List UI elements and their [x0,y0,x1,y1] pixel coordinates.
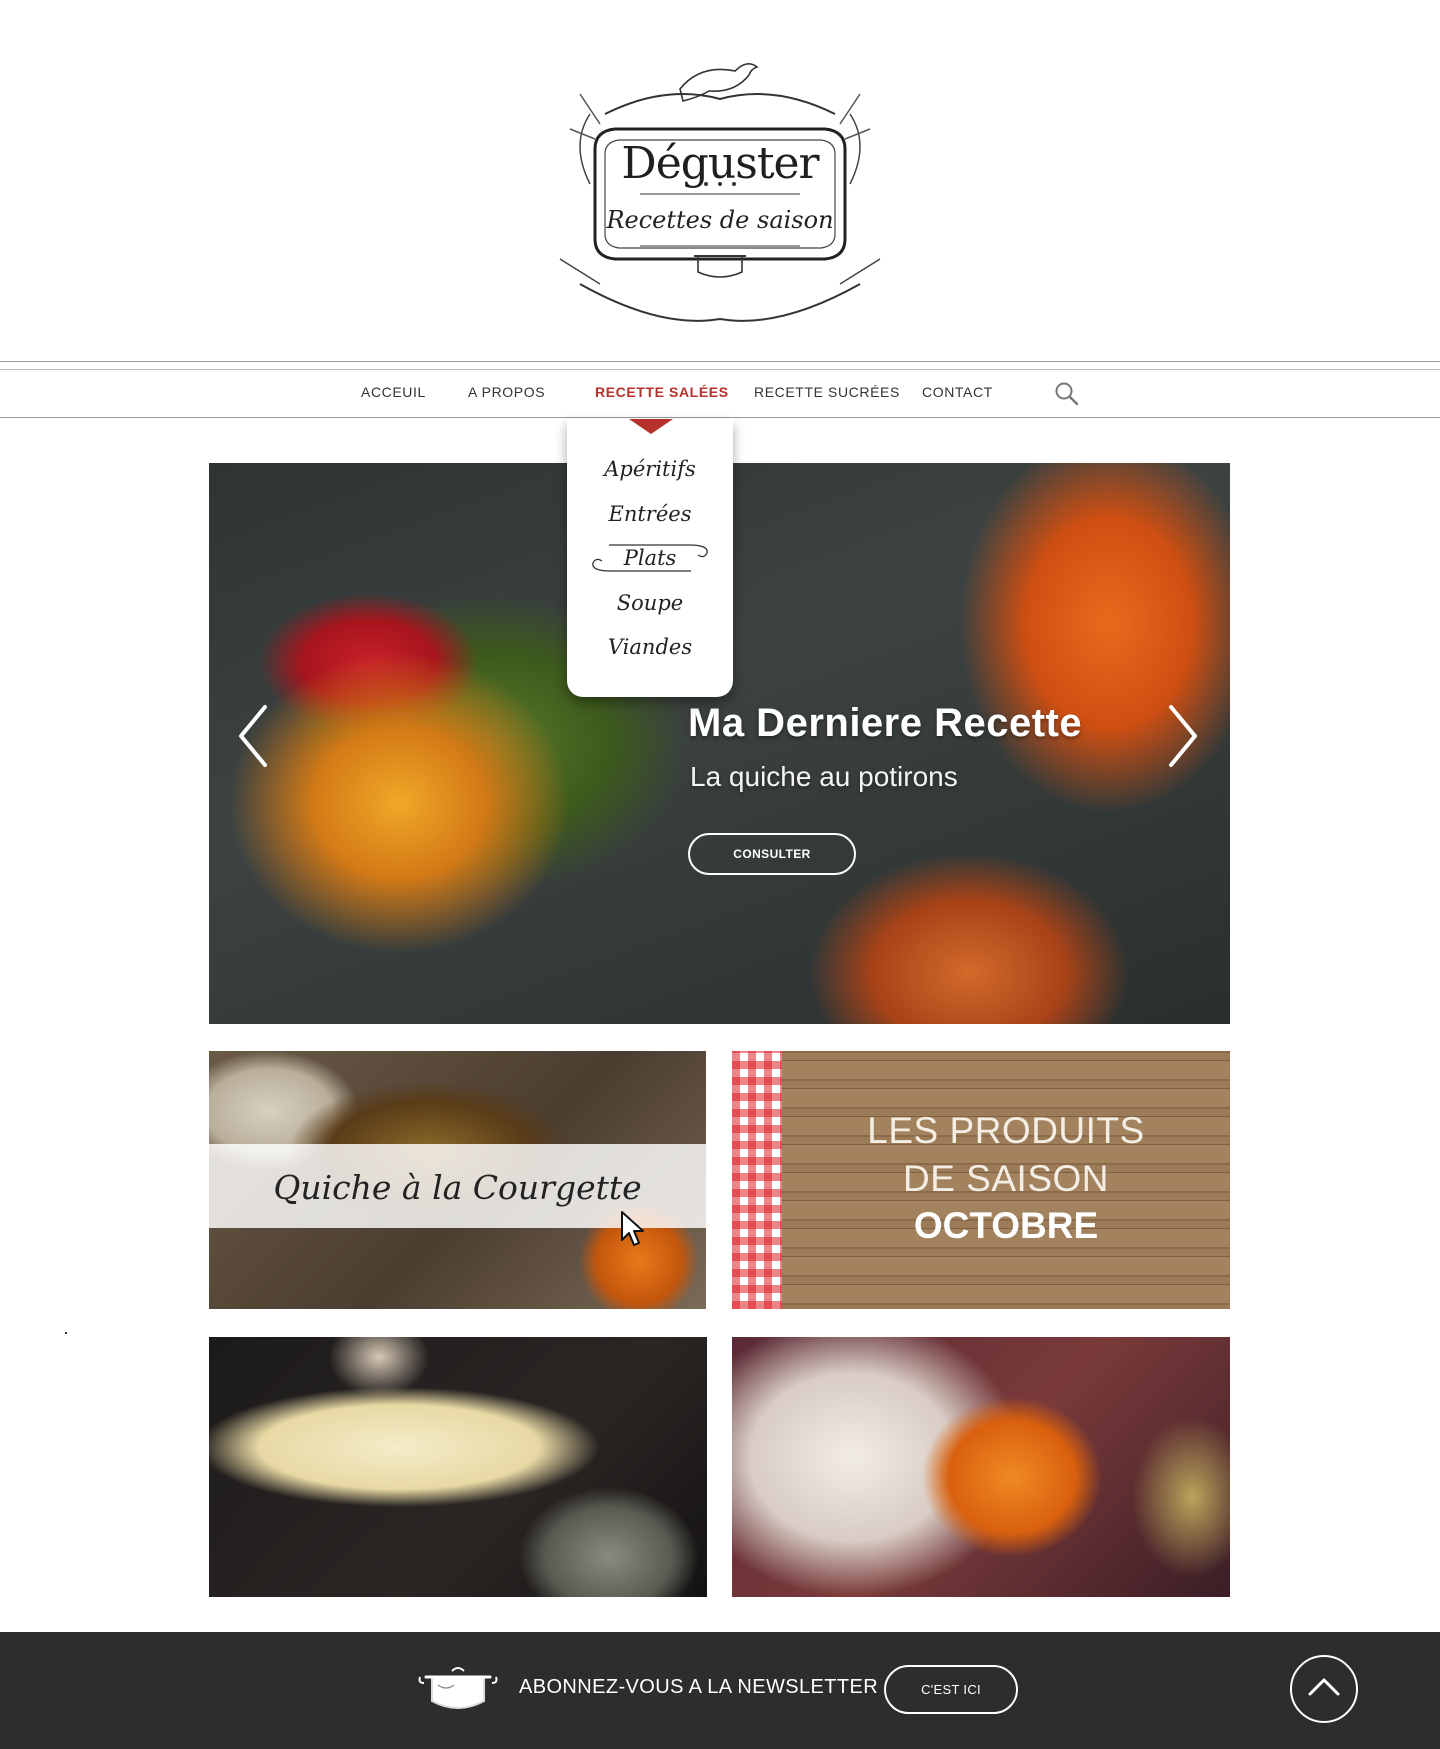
gingham-pattern [732,1051,782,1309]
nav-divider-top-secondary [0,369,1440,370]
produits-text: LES PRODUITS DE SAISON OCTOBRE [782,1107,1230,1249]
nav-item-acceuil[interactable]: ACCEUIL [361,384,426,400]
chevron-up-icon [1308,1678,1340,1696]
produits-line-1: LES PRODUITS [867,1110,1145,1151]
recipe-tile-pumpkin[interactable] [732,1337,1230,1597]
tile-label-quiche: Quiche à la Courgette [273,1168,642,1207]
nav-item-a-propos[interactable]: A PROPOS [468,384,545,400]
back-to-top-button[interactable] [1290,1655,1358,1723]
produits-line-2: DE SAISON [903,1158,1109,1199]
newsletter-text: ABONNEZ-VOUS A LA NEWSLETTER [519,1676,879,1698]
recipe-tile-cheese[interactable] [209,1337,707,1597]
stray-dot [65,1332,67,1334]
site-logo[interactable]: Déguster Recettes de saison [520,34,920,344]
chevron-right-icon[interactable] [1165,703,1201,769]
hero-title: Ma Derniere Recette [688,701,1083,745]
dropdown-item-entrees[interactable]: Entrées [567,502,733,526]
consulter-button[interactable]: CONSULTER [688,833,856,875]
nav-divider-bottom [0,417,1440,418]
nav-item-recette-salees[interactable]: RECETTE SALÉES [595,384,729,400]
nav-divider-top [0,361,1440,362]
newsletter-button[interactable]: C'EST ICI [884,1665,1018,1714]
dropdown-item-viandes[interactable]: Viandes [567,635,733,659]
nav-item-contact[interactable]: CONTACT [922,384,993,400]
chevron-left-icon[interactable] [235,703,271,769]
dropdown-item-plats[interactable]: Plats [567,546,733,570]
dropdown-item-aperitifs[interactable]: Apéritifs [567,457,733,481]
dropdown-caret-icon [629,419,673,434]
logo-frame-icon [559,63,881,322]
mouse-cursor-icon [621,1211,644,1246]
recette-salees-dropdown: Apéritifs Entrées Plats Soupe Viandes [567,419,733,697]
main-nav: ACCEUIL A PROPOS RECETTE SALÉES RECETTE … [0,384,1440,406]
newsletter-footer: ABONNEZ-VOUS A LA NEWSLETTER C'EST ICI [0,1632,1440,1749]
produits-month: OCTOBRE [913,1205,1099,1246]
search-icon[interactable] [1054,381,1080,407]
nav-item-recette-sucrees[interactable]: RECETTE SUCRÉES [754,384,900,400]
recipe-tile-quiche[interactable]: Quiche à la Courgette [209,1051,706,1309]
produits-de-saison-tile[interactable]: LES PRODUITS DE SAISON OCTOBRE [732,1051,1230,1309]
dropdown-item-soupe[interactable]: Soupe [567,591,733,615]
cooking-pot-icon [418,1667,498,1709]
logo-title: Déguster [621,138,819,189]
hero-subtitle: La quiche au potirons [690,761,958,792]
logo-subtitle: Recettes de saison [606,206,834,234]
